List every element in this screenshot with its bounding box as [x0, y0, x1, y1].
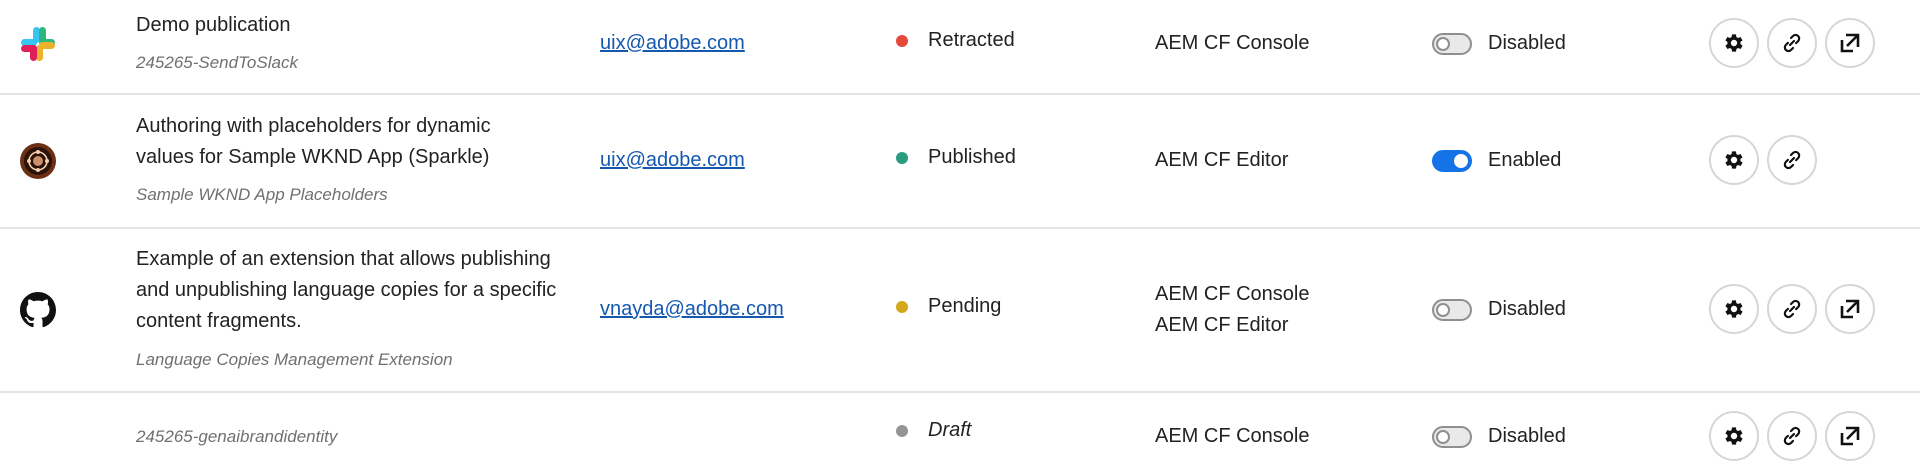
- link-icon: [1783, 33, 1801, 53]
- table-row: Demo publication 245265-SendToSlack uix@…: [0, 0, 1920, 95]
- extension-points: AEM CF Console AEM CF Editor: [1155, 279, 1310, 341]
- description-line: values for Sample WKND App (Sparkle): [136, 146, 490, 168]
- settings-button[interactable]: [1709, 284, 1759, 334]
- description-line: content fragments.: [136, 310, 302, 332]
- extension-id: Language Copies Management Extension: [136, 350, 453, 369]
- extensions-table: Demo publication 245265-SendToSlack uix@…: [0, 0, 1920, 472]
- table-row: 245265-genaibrandidentity Draft AEM CF C…: [0, 393, 1920, 472]
- toggle-label: Disabled: [1488, 32, 1566, 54]
- extension-point-label: AEM CF Editor: [1155, 149, 1289, 171]
- status-label: Draft: [928, 419, 972, 441]
- extension-points: AEM CF Editor: [1155, 145, 1288, 176]
- description-line: Example of an extension that allows publ…: [136, 248, 551, 270]
- table-row: Example of an extension that allows publ…: [0, 229, 1920, 393]
- settings-button[interactable]: [1709, 18, 1759, 68]
- open-extension-button[interactable]: [1825, 284, 1875, 334]
- toggle-switch[interactable]: [1432, 149, 1472, 172]
- toggle-label: Enabled: [1488, 149, 1562, 171]
- gear-icon: [1725, 34, 1743, 52]
- toggle-knob: [1436, 429, 1450, 444]
- toggle-knob: [1454, 153, 1468, 168]
- status-dot-icon: [896, 300, 908, 313]
- extension-id: Sample WKND App Placeholders: [136, 185, 388, 204]
- author-email-link[interactable]: uix@adobe.com: [600, 32, 745, 55]
- link-icon: [1783, 426, 1801, 446]
- copy-link-button[interactable]: [1767, 18, 1817, 68]
- toggle-switch[interactable]: [1432, 425, 1472, 448]
- gear-icon: [1725, 151, 1743, 169]
- status-badge: Published: [896, 146, 1016, 169]
- github-icon: [18, 290, 58, 330]
- open-in-icon: [1840, 33, 1860, 53]
- row-actions: [1709, 18, 1875, 68]
- status-label: Published: [928, 146, 1016, 168]
- extension-title: Demo publication: [136, 14, 291, 36]
- description-line: Authoring with placeholders for dynamic: [136, 115, 491, 137]
- row-actions: [1709, 135, 1817, 185]
- extension-points: AEM CF Console: [1155, 421, 1310, 452]
- open-extension-button[interactable]: [1825, 411, 1875, 461]
- gear-icon: [1725, 300, 1743, 318]
- extension-point-label: AEM CF Console: [1155, 32, 1310, 54]
- status-label: Retracted: [928, 29, 1015, 51]
- slack-icon: [18, 24, 58, 64]
- enable-toggle[interactable]: Disabled: [1432, 425, 1566, 448]
- toggle-switch[interactable]: [1432, 298, 1472, 321]
- extension-id: 245265-genaibrandidentity: [136, 427, 338, 446]
- copy-link-button[interactable]: [1767, 284, 1817, 334]
- author-email-link[interactable]: vnayda@adobe.com: [600, 298, 784, 321]
- table-row: Authoring with placeholders for dynamic …: [0, 95, 1920, 229]
- open-extension-button[interactable]: [1825, 18, 1875, 68]
- extension-point-label: AEM CF Editor: [1155, 314, 1289, 336]
- enable-toggle[interactable]: Enabled: [1432, 149, 1561, 172]
- toggle-label: Disabled: [1488, 298, 1566, 320]
- link-icon: [1783, 150, 1801, 170]
- copy-link-button[interactable]: [1767, 135, 1817, 185]
- extension-point-label: AEM CF Console: [1155, 283, 1310, 305]
- status-badge: Retracted: [896, 29, 1015, 52]
- toggle-switch[interactable]: [1432, 32, 1472, 55]
- settings-button[interactable]: [1709, 135, 1759, 185]
- extension-description: Example of an extension that allows publ…: [136, 244, 576, 337]
- toggle-knob: [1436, 302, 1450, 317]
- toggle-knob: [1436, 36, 1450, 51]
- copy-link-button[interactable]: [1767, 411, 1817, 461]
- toggle-label: Disabled: [1488, 425, 1566, 447]
- gear-icon: [1725, 427, 1743, 445]
- status-badge: Pending: [896, 295, 1001, 318]
- status-dot-icon: [896, 151, 908, 164]
- description-line: and unpublishing language copies for a s…: [136, 279, 557, 301]
- status-dot-icon: [896, 424, 908, 437]
- row-actions: [1709, 284, 1875, 334]
- status-badge: Draft: [896, 419, 971, 442]
- wknd-app-icon: [18, 141, 58, 181]
- extension-id: 245265-SendToSlack: [136, 53, 298, 72]
- enable-toggle[interactable]: Disabled: [1432, 32, 1566, 55]
- status-dot-icon: [896, 34, 908, 47]
- link-icon: [1783, 299, 1801, 319]
- open-in-icon: [1840, 426, 1860, 446]
- status-label: Pending: [928, 295, 1002, 317]
- author-email-link[interactable]: uix@adobe.com: [600, 149, 745, 172]
- open-in-icon: [1840, 299, 1860, 319]
- enable-toggle[interactable]: Disabled: [1432, 298, 1566, 321]
- extension-description: Authoring with placeholders for dynamic …: [136, 111, 576, 173]
- row-actions: [1709, 411, 1875, 461]
- extension-points: AEM CF Console: [1155, 28, 1310, 59]
- extension-point-label: AEM CF Console: [1155, 425, 1310, 447]
- settings-button[interactable]: [1709, 411, 1759, 461]
